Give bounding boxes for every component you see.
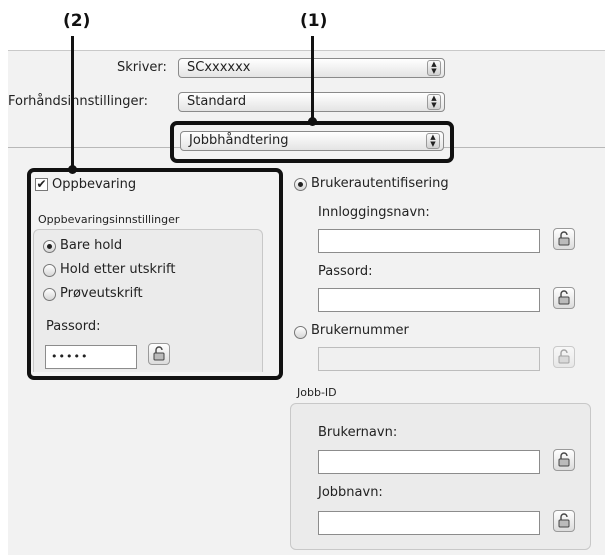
user-name-label: Brukernavn: bbox=[318, 425, 398, 440]
callout-1: (1) bbox=[300, 11, 328, 31]
callout-2: (2) bbox=[63, 11, 91, 31]
callout-1-highlight bbox=[170, 121, 454, 163]
updown-arrows-icon: ▲ ▼ bbox=[427, 94, 441, 110]
user-auth-label: Brukerautentifisering bbox=[311, 176, 449, 191]
presets-label: Forhåndsinnstillinger: bbox=[8, 94, 148, 109]
user-number-label: Brukernummer bbox=[311, 323, 409, 338]
lock-icon bbox=[558, 452, 570, 467]
lock-icon bbox=[558, 290, 570, 305]
updown-arrows-icon: ▲ ▼ bbox=[427, 60, 441, 76]
lock-button[interactable] bbox=[553, 287, 575, 309]
user-name-field[interactable] bbox=[318, 450, 540, 474]
user-number-field[interactable] bbox=[318, 347, 540, 371]
callout-2-highlight bbox=[27, 168, 283, 380]
lock-button[interactable] bbox=[553, 510, 575, 532]
auth-password-label: Passord: bbox=[318, 264, 373, 279]
callout-1-leader bbox=[311, 36, 314, 122]
lock-icon bbox=[558, 349, 570, 364]
radio-user-number[interactable] bbox=[294, 326, 307, 339]
lock-button[interactable] bbox=[553, 449, 575, 471]
auth-password-field[interactable] bbox=[318, 288, 540, 312]
login-name-label: Innloggingsnavn: bbox=[318, 205, 430, 220]
lock-icon bbox=[558, 231, 570, 246]
lock-button[interactable] bbox=[553, 346, 575, 368]
lock-button[interactable] bbox=[553, 228, 575, 250]
job-name-field[interactable] bbox=[318, 511, 540, 535]
job-name-label: Jobbnavn: bbox=[318, 485, 383, 500]
printer-value: SCxxxxxx bbox=[187, 60, 251, 75]
presets-value: Standard bbox=[187, 94, 247, 109]
login-name-field[interactable] bbox=[318, 229, 540, 253]
lock-icon bbox=[558, 513, 570, 528]
callout-2-leader bbox=[71, 36, 74, 170]
radio-user-auth[interactable] bbox=[294, 178, 307, 191]
printer-label: Skriver: bbox=[117, 60, 167, 75]
job-id-group-title: Jobb-ID bbox=[297, 386, 337, 399]
